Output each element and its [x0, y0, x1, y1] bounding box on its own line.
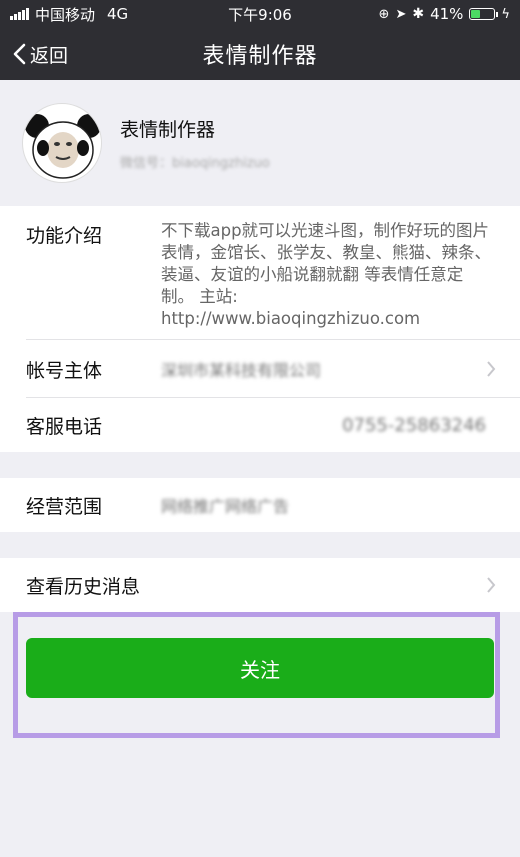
scope-section: 经营范围 网络推广网络广告 [0, 478, 520, 532]
account-row[interactable]: 帐号主体 深圳市某科技有限公司 [0, 340, 520, 398]
phone-row[interactable]: 客服电话 0755-25863246 [0, 398, 520, 452]
back-label: 返回 [30, 44, 69, 67]
status-bar: 中国移动 4G 下午9:06 ⊕ ➤ ✱ 41% ϟ [0, 0, 520, 28]
top-bar: 中国移动 4G 下午9:06 ⊕ ➤ ✱ 41% ϟ 返回 表情制作器 [0, 0, 520, 80]
phone-value: 0755-25863246 [342, 414, 486, 436]
status-time: 下午9:06 [228, 5, 292, 24]
back-button[interactable]: 返回 [12, 41, 68, 68]
history-section: 查看历史消息 [0, 558, 520, 612]
account-label: 帐号主体 [26, 359, 103, 382]
battery-icon [469, 8, 499, 20]
follow-button[interactable]: 关注 [26, 638, 494, 698]
chevron-left-icon [13, 43, 26, 65]
intro-label: 功能介绍 [26, 225, 103, 247]
history-label: 查看历史消息 [26, 575, 141, 598]
intro-row: 功能介绍 不下载app就可以光速斗图，制作好玩的图片表情，金馆长、张学友、教皇、… [0, 206, 520, 340]
scope-label: 经营范围 [26, 495, 103, 518]
panda-face-icon [25, 114, 101, 179]
phone-label: 客服电话 [26, 415, 103, 438]
scope-row: 经营范围 网络推广网络广告 [0, 478, 520, 532]
chevron-right-icon [487, 577, 496, 593]
page-title: 表情制作器 [202, 44, 318, 69]
history-row[interactable]: 查看历史消息 [0, 558, 520, 612]
follow-highlight-box: 关注 [13, 612, 500, 738]
account-name: 表情制作器 [120, 119, 216, 141]
profile-header: 表情制作器 微信号：biaoqingzhizuo [0, 80, 520, 206]
chevron-right-icon [487, 361, 496, 377]
avatar[interactable] [22, 103, 102, 183]
wechat-id: 微信号：biaoqingzhizuo [120, 156, 270, 171]
account-value: 深圳市某科技有限公司 [161, 361, 322, 380]
intro-text: 不下载app就可以光速斗图，制作好玩的图片表情，金馆长、张学友、教皇、熊猫、辣条… [161, 221, 491, 328]
scope-value: 网络推广网络广告 [161, 497, 290, 516]
nav-bar: 返回 表情制作器 [0, 28, 520, 80]
info-section: 功能介绍 不下载app就可以光速斗图，制作好玩的图片表情，金馆长、张学友、教皇、… [0, 206, 520, 452]
